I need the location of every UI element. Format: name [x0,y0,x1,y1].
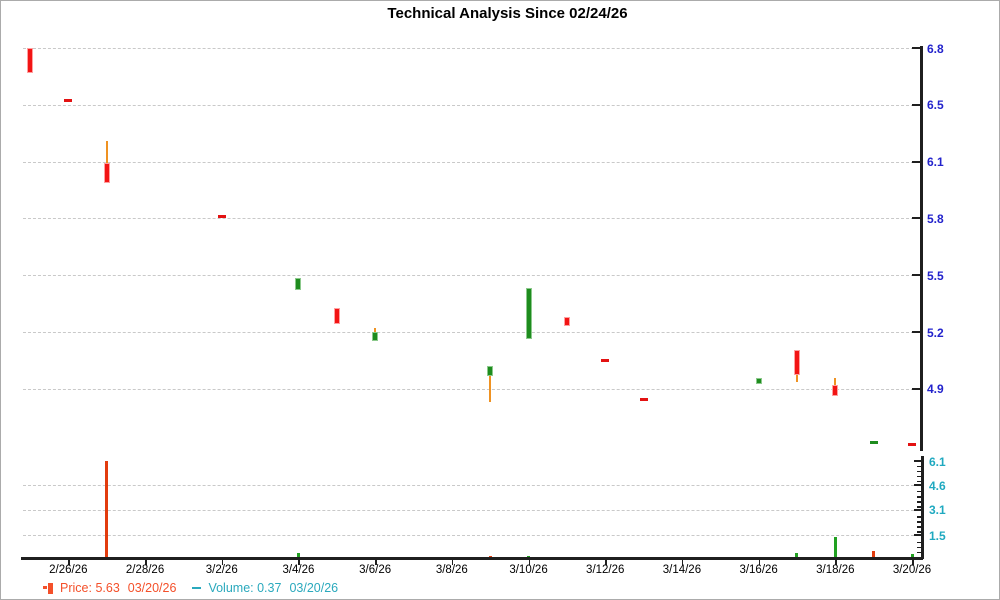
price-tick-label: 6.5 [927,98,944,112]
date-label: 3/14/26 [663,564,701,576]
price-tick-label: 5.8 [927,212,944,226]
candle-body [104,163,110,183]
volume-value: 0.37 [257,581,281,595]
price-tick-label: 6.8 [927,42,944,56]
candle-body [27,48,33,73]
price-gridline [23,275,919,276]
volume-axis-tick [914,509,921,511]
candle-body [526,288,532,338]
date-label: 3/12/26 [586,564,624,576]
price-tick-label: 5.2 [927,326,944,340]
volume-date: 03/20/26 [289,581,338,595]
volume-gridline [23,535,919,536]
price-date: 03/20/26 [128,581,177,595]
price-axis-line [920,46,923,451]
price-tick-label: 5.5 [927,269,944,283]
date-label: 3/20/26 [893,564,931,576]
candle-body [756,378,762,383]
price-gridline [23,389,919,390]
candle-doji [870,441,878,444]
volume-label: Volume: [208,581,253,595]
date-label: 3/6/26 [359,564,391,576]
volume-axis-tick [914,460,921,462]
candle-body [295,278,301,291]
legend-price: Price: 5.63 03/20/26 [60,581,176,595]
date-label: 3/18/26 [816,564,854,576]
candle-doji [64,99,72,102]
date-label: 2/28/26 [126,564,164,576]
legend-volume: Volume: 0.37 03/20/26 [208,581,338,595]
price-gridline [23,48,919,49]
candle-body [832,385,838,396]
volume-dash-icon [192,587,201,589]
chart-frame: Technical Analysis Since 02/24/26 6.86.5… [0,0,1000,600]
price-gridline [23,105,919,106]
volume-tick-label: 3.1 [929,503,946,517]
date-label: 3/8/26 [436,564,468,576]
date-label: 3/4/26 [282,564,314,576]
volume-axis-tick [914,484,921,486]
volume-gridline [23,485,919,486]
date-label: 2/26/26 [49,564,87,576]
price-tick-label: 4.9 [927,382,944,396]
price-tick-label: 6.1 [927,155,944,169]
candle-doji [218,215,226,218]
date-label: 3/10/26 [509,564,547,576]
price-value: 5.63 [95,581,119,595]
date-label: 3/2/26 [206,564,238,576]
x-axis-line [21,557,923,560]
volume-axis-tick [914,534,921,536]
volume-tick-label: 6.1 [929,455,946,469]
candle-doji [640,398,648,401]
candle-doji [908,443,916,446]
price-candle-icon [43,583,53,594]
volume-bar [105,461,108,558]
candle-body [334,308,340,324]
price-gridline [23,162,919,163]
volume-axis-line [921,456,924,559]
volume-tick-label: 4.6 [929,479,946,493]
date-label: 3/16/26 [739,564,777,576]
candle-body [564,317,570,326]
candle-body [487,366,493,377]
volume-tick-label: 1.5 [929,529,946,543]
candlestick-chart: 6.8 6.5 6.1 5.8 5.5 5.2 4.9 6.1 4.6 3.1 1.5 2/26/26… [1,1,999,599]
volume-bar [834,537,837,558]
candle-body [794,350,800,375]
chart-legend: Price: 5.63 03/20/26 Volume: 0.37 03/20/26 [43,581,338,595]
candle-doji [601,359,609,362]
price-gridline [23,332,919,333]
candle-body [372,332,378,341]
price-gridline [23,218,919,219]
volume-gridline [23,510,919,511]
price-label: Price: [60,581,92,595]
